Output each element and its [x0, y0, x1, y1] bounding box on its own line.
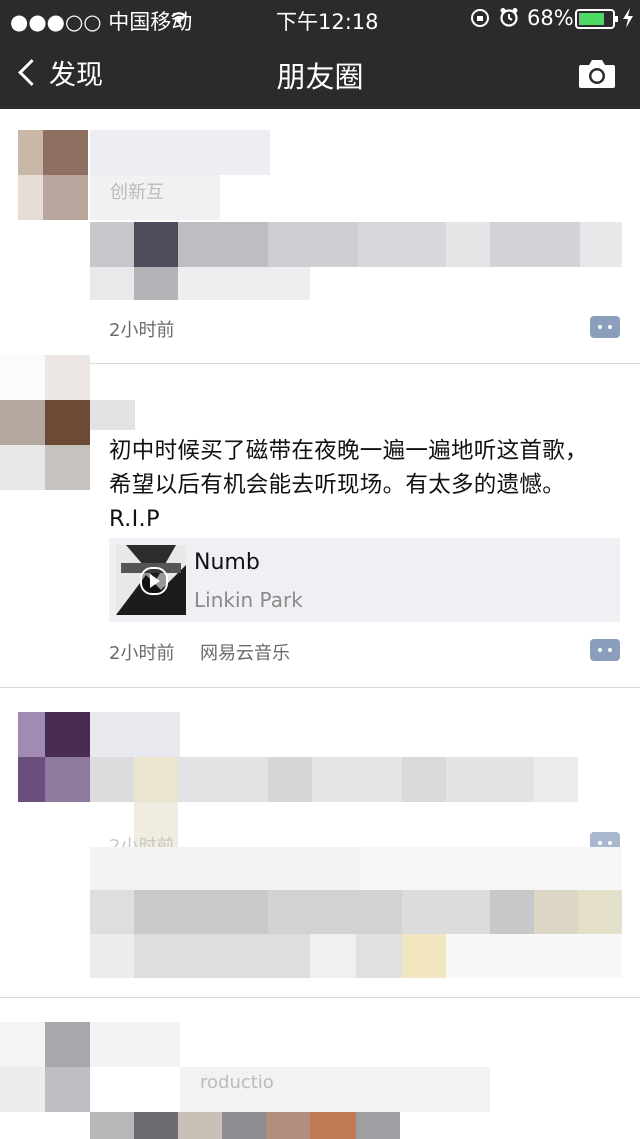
comment-icon[interactable] — [590, 639, 620, 661]
status-bar: ●●●○○ 中国移动 下午12:18 68% — [0, 0, 640, 36]
avatar[interactable] — [0, 1022, 90, 1139]
moments-feed[interactable]: 创新互 2小时前 初中时候买了磁带在夜晚一遍一遍地听这首歌，希望以后有机会能去听… — [0, 109, 640, 1139]
camera-icon[interactable] — [577, 56, 617, 90]
avatar[interactable] — [18, 130, 88, 220]
battery-percent: 68% — [527, 6, 574, 30]
page-title: 朋友圈 — [276, 60, 364, 94]
clock: 下午12:18 — [276, 10, 379, 34]
avatar[interactable] — [18, 712, 90, 802]
post-source-link[interactable]: 网易云音乐 — [200, 639, 290, 665]
wifi-icon — [171, 12, 187, 24]
music-card[interactable]: Numb Linkin Park — [109, 538, 620, 622]
alarm-icon — [500, 8, 518, 27]
post-time: 2小时前 — [109, 643, 175, 664]
battery-icon — [575, 9, 618, 29]
song-artist: Linkin Park — [194, 588, 303, 612]
ghost-text: 创新互 — [110, 182, 164, 203]
song-title: Numb — [194, 550, 260, 575]
rotation-lock-icon — [471, 9, 489, 27]
blurred-username — [90, 1022, 180, 1067]
comment-icon[interactable] — [590, 316, 620, 338]
divider — [0, 687, 640, 688]
ghost-text: roductio — [200, 1072, 274, 1093]
post-time: 2小时前 — [109, 320, 175, 341]
carrier-label: ●●●○○ 中国移动 — [10, 10, 193, 34]
charging-bolt-icon — [623, 8, 633, 28]
post-text: 初中时候买了磁带在夜晚一遍一遍地听这首歌，希望以后有机会能去听现场。有太多的遗憾… — [109, 438, 588, 532]
play-icon[interactable] — [140, 567, 168, 595]
divider — [0, 997, 640, 998]
blurred-username — [90, 130, 270, 175]
album-cover[interactable] — [116, 545, 186, 615]
nav-bar: 发现 朋友圈 — [0, 36, 640, 109]
blurred-username — [90, 712, 180, 757]
